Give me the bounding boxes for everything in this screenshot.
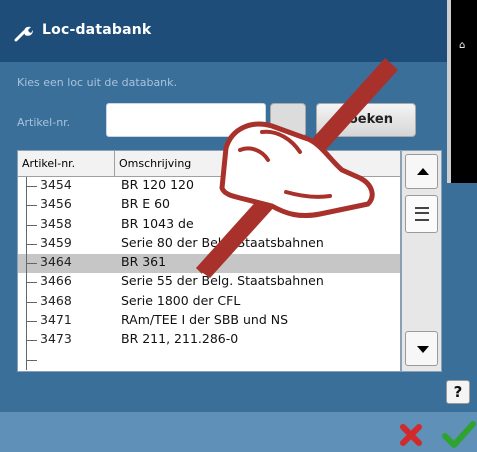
tree-connector — [26, 177, 38, 197]
screen: Loc-databank ⌂ Kies een loc uit de datab… — [0, 0, 477, 452]
dialog-prompt: Kies een loc uit de databank. — [17, 76, 178, 89]
row-description — [115, 351, 400, 370]
tree-connector — [26, 331, 38, 351]
table-row[interactable]: 3464 BR 361 — [18, 254, 400, 274]
tree-connector — [26, 350, 38, 370]
panel-icon: ⌂ — [459, 40, 466, 51]
tree-connector — [26, 292, 38, 313]
tree-connector — [26, 312, 38, 332]
list-rows: 3454 BR 120 120 3456 BR E 60 3458 BR 1043 de 3… — [18, 177, 400, 370]
list-scrollbar[interactable] — [401, 150, 442, 372]
tree-connector — [26, 254, 38, 274]
tree-connector — [26, 215, 38, 235]
tree-connector — [26, 234, 38, 255]
scroll-up-button[interactable] — [405, 154, 438, 189]
loc-list[interactable]: Artikel-nr. Omschrijving 3454 BR 120 120 3… — [17, 150, 401, 372]
table-row[interactable]: 3456 BR E 60 — [18, 196, 400, 216]
window-title: Loc-databank — [42, 22, 152, 38]
row-description: Serie 1800 der CFL — [121, 292, 241, 308]
wrench-icon — [14, 26, 33, 42]
search-button[interactable]: Zoeken — [316, 103, 416, 137]
scroll-thumb[interactable] — [405, 195, 438, 233]
close-icon[interactable] — [396, 420, 426, 450]
scroll-down-button[interactable] — [405, 331, 438, 366]
table-row[interactable]: 3468 Serie 1800 der CFL — [18, 292, 400, 313]
table-row[interactable]: 3454 BR 120 120 — [18, 177, 400, 197]
row-description: BR 361 — [121, 254, 167, 270]
tree-connector — [26, 196, 38, 216]
article-number-input[interactable] — [106, 103, 266, 137]
table-row[interactable] — [18, 350, 400, 370]
table-row[interactable]: 3473 BR 211, 211.286-0 — [18, 331, 400, 351]
row-description: BR E 60 — [121, 196, 171, 212]
table-row[interactable]: 3459 Serie 80 der Belg. Staatsbahnen — [18, 234, 400, 255]
help-button[interactable]: ? — [446, 380, 470, 404]
table-row[interactable]: 3471 RAm/TEE I der SBB und NS — [18, 312, 400, 332]
row-description: BR 211, 211.286-0 — [121, 331, 239, 347]
row-description: BR 1043 de — [121, 215, 194, 231]
tree-connector — [26, 273, 38, 293]
title-bar: Loc-databank — [0, 0, 477, 62]
input-extra-button[interactable] — [270, 103, 306, 137]
column-header-description[interactable]: Omschrijving — [115, 151, 400, 176]
side-panel: ⌂ — [447, 0, 477, 183]
row-description: RAm/TEE I der SBB und NS — [121, 312, 289, 328]
table-row[interactable]: 3458 BR 1043 de — [18, 215, 400, 235]
list-header: Artikel-nr. Omschrijving — [18, 151, 400, 177]
row-description: Serie 55 der Belg. Staatsbahnen — [121, 273, 324, 289]
row-description: BR 120 120 — [121, 177, 194, 192]
article-number-label: Artikel-nr. — [17, 116, 71, 129]
column-header-article-nr[interactable]: Artikel-nr. — [18, 151, 115, 176]
table-row[interactable]: 3466 Serie 55 der Belg. Staatsbahnen — [18, 273, 400, 293]
check-icon[interactable] — [440, 418, 477, 452]
row-description: Serie 80 der Belg. Staatsbahnen — [121, 234, 324, 250]
